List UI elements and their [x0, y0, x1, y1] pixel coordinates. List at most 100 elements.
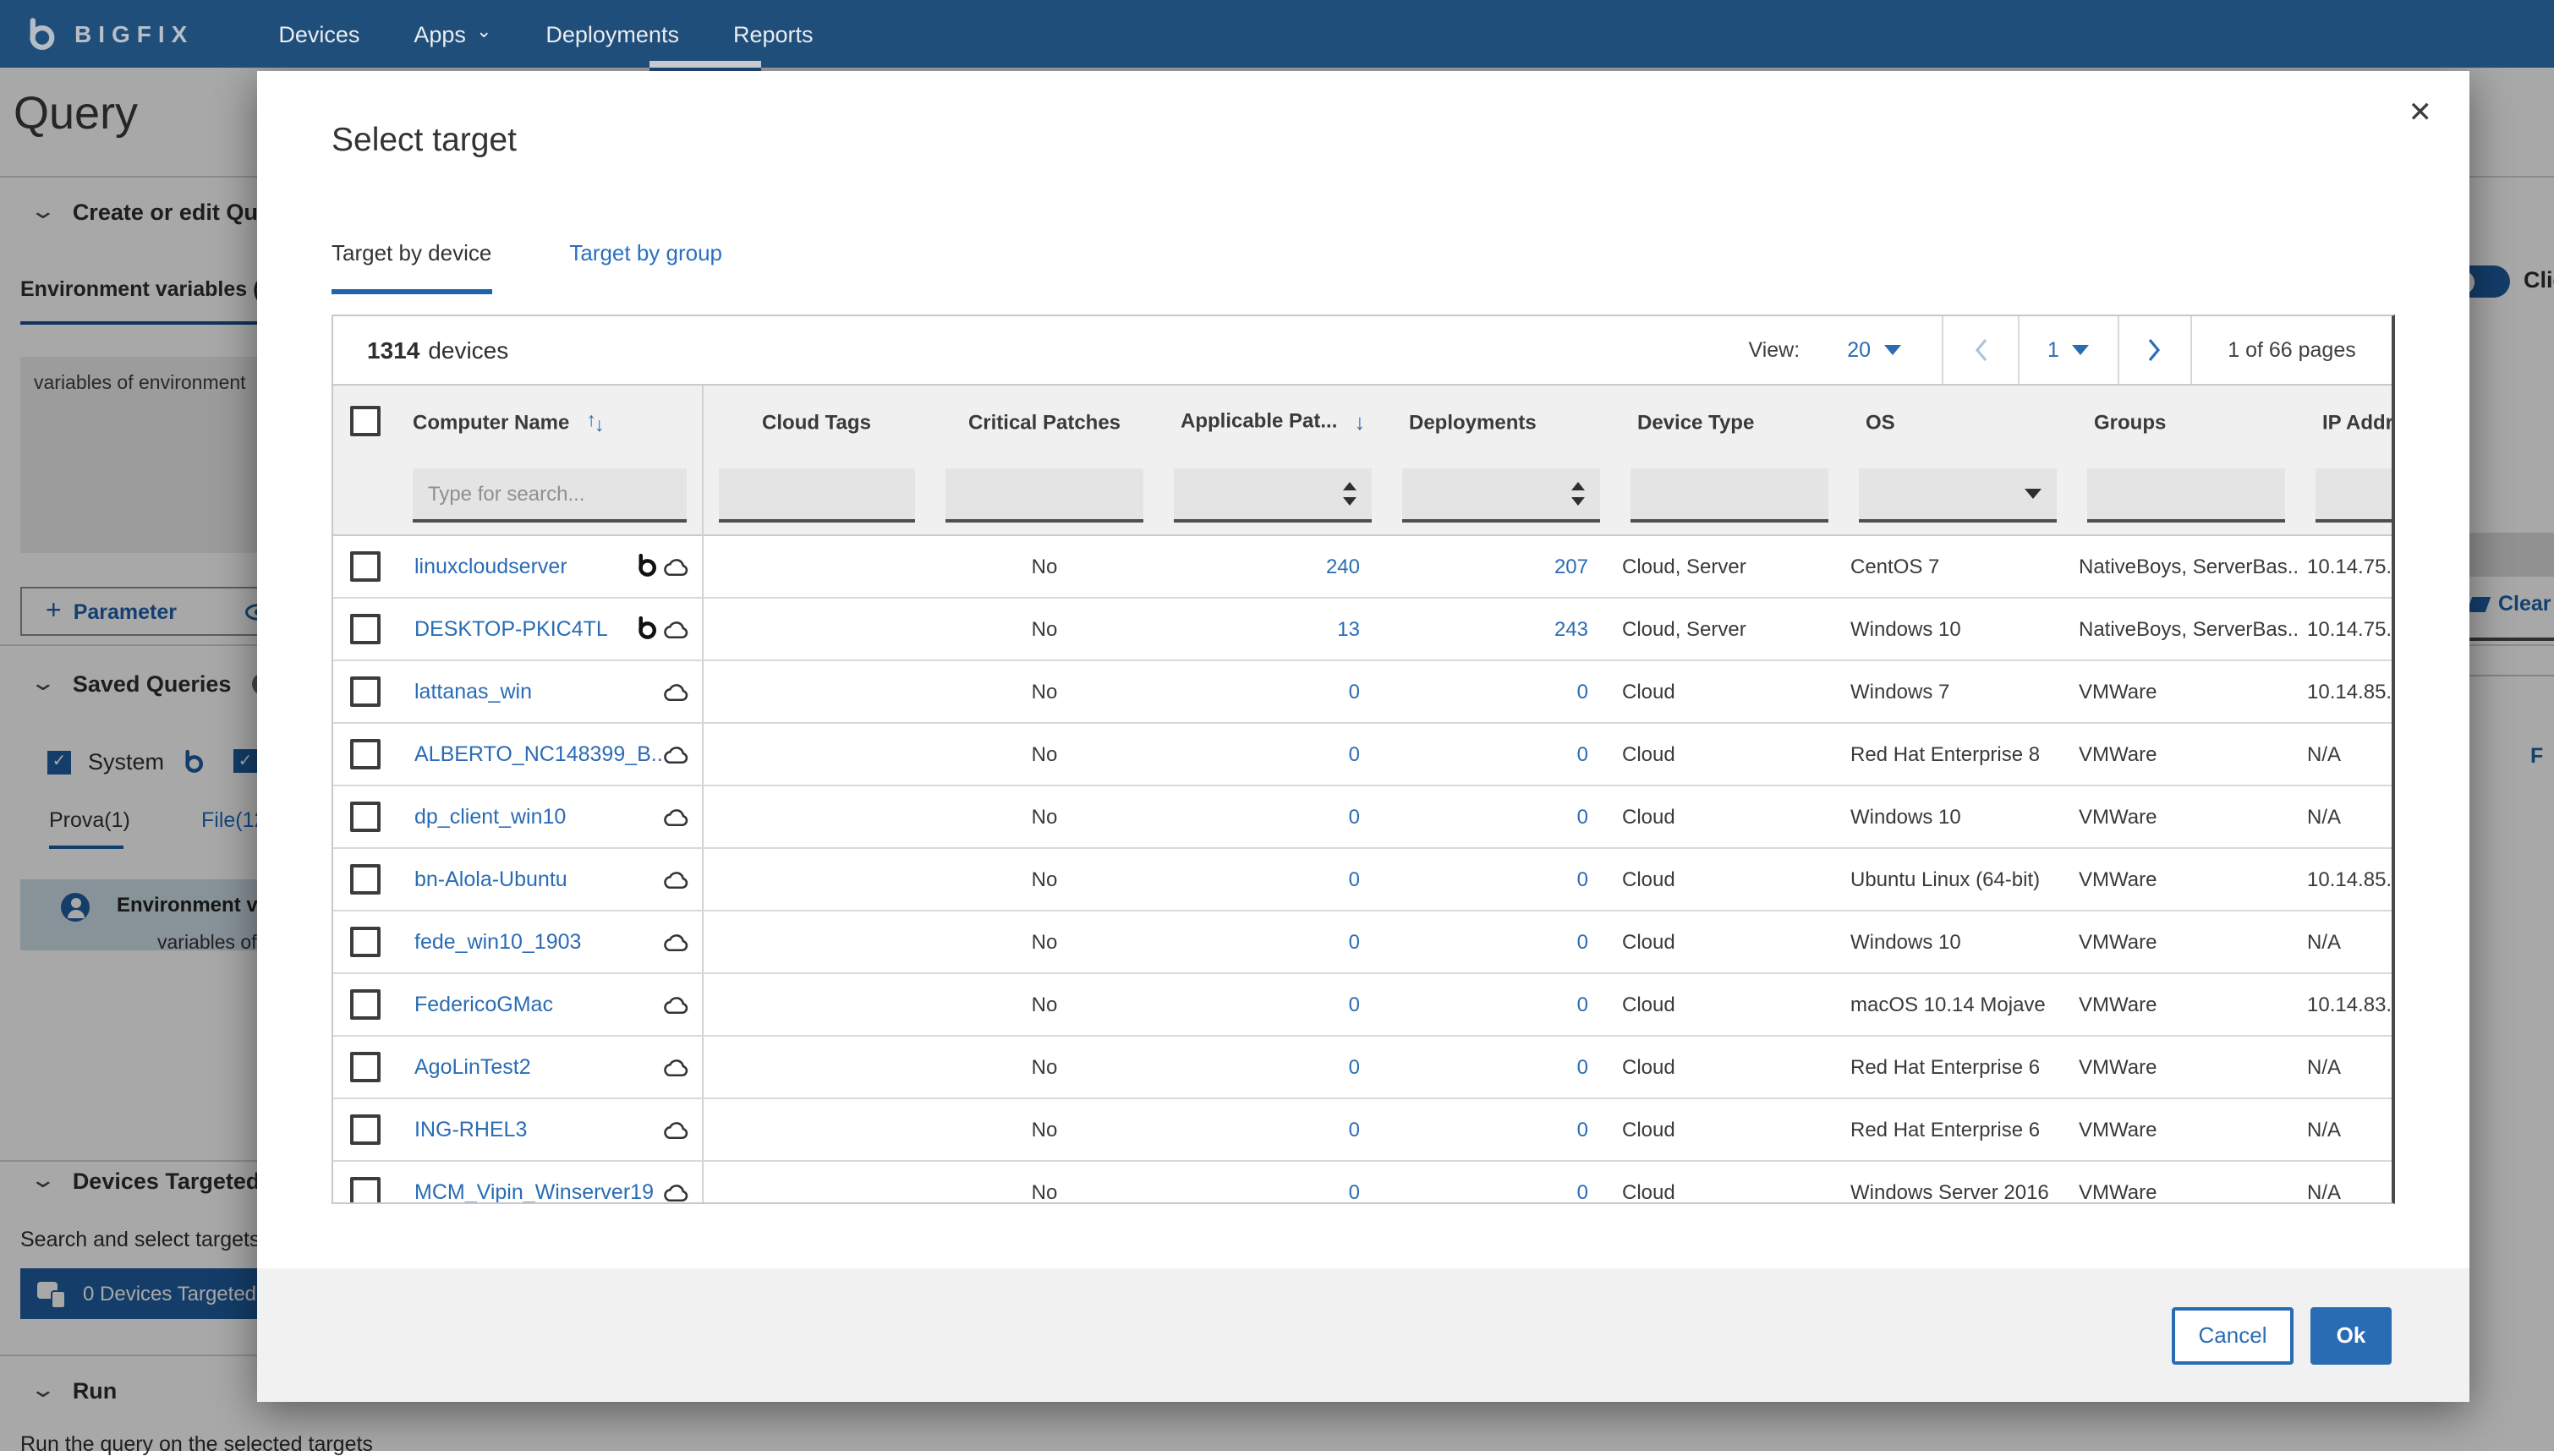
col-header-device_type: Device Type	[1615, 386, 1844, 457]
page-size-select[interactable]: 20	[1847, 338, 1901, 362]
nav-item-devices[interactable]: Devices	[251, 0, 386, 68]
applicable-link[interactable]: 0	[1349, 804, 1360, 828]
dropdown-caret-icon[interactable]	[2025, 488, 2042, 499]
bigfix-logo[interactable]: BIGFIX	[24, 16, 194, 52]
filter-input-cloud_tags[interactable]	[718, 468, 915, 523]
row-select-cell	[333, 597, 397, 660]
sort-down-icon[interactable]: ↓	[1354, 408, 1365, 434]
cell-applicable: 0	[1159, 972, 1387, 1036]
deployments-link[interactable]: 0	[1577, 1054, 1588, 1078]
device-name-link[interactable]: linuxcloudserver	[414, 554, 567, 577]
applicable-link[interactable]: 240	[1326, 554, 1360, 577]
row-select-cell	[333, 1035, 397, 1098]
device-name-link[interactable]: AgoLinTest2	[414, 1054, 531, 1078]
row-checkbox[interactable]	[350, 988, 381, 1019]
applicable-link[interactable]: 0	[1349, 742, 1360, 765]
applicable-link[interactable]: 0	[1349, 679, 1360, 703]
device-name-link[interactable]: lattanas_win	[414, 679, 532, 703]
cell-ip: 10.14.83.2	[2300, 972, 2392, 1036]
row-checkbox[interactable]	[350, 926, 381, 956]
row-select-cell	[333, 910, 397, 973]
filter-input-device_type[interactable]	[1631, 468, 1828, 523]
deployments-link[interactable]: 0	[1577, 1180, 1588, 1202]
cell-cloud_tags	[702, 597, 930, 660]
device-name-link[interactable]: ING-RHEL3	[414, 1117, 527, 1141]
filter-input-ip[interactable]	[2316, 468, 2392, 523]
device-name-link[interactable]: bn-Alola-Ubuntu	[414, 867, 567, 890]
prev-page-button[interactable]	[1942, 316, 2018, 384]
applicable-link[interactable]: 13	[1337, 616, 1360, 640]
filter-input-groups[interactable]	[2087, 468, 2285, 523]
deployments-link[interactable]: 207	[1554, 554, 1588, 577]
pages-text: 1 of 66 pages	[2190, 316, 2392, 384]
device-count-unit: devices	[428, 337, 509, 364]
cell-device_type: Cloud	[1615, 722, 1844, 785]
tab-target-by-group[interactable]: Target by group	[569, 240, 722, 294]
nav-item-reports[interactable]: Reports	[706, 0, 841, 68]
deployments-link[interactable]: 0	[1577, 1117, 1588, 1141]
row-checkbox[interactable]	[350, 550, 381, 581]
next-page-button[interactable]	[2118, 316, 2190, 384]
cell-os: Windows 10	[1844, 910, 2072, 973]
row-checkbox[interactable]	[350, 1176, 381, 1202]
filter-cell-ip	[2300, 457, 2392, 534]
page-number-select[interactable]: 1	[2018, 316, 2118, 384]
ok-button[interactable]: Ok	[2310, 1306, 2392, 1364]
stepper-up-icon[interactable]	[1343, 481, 1356, 490]
number-stepper[interactable]	[1571, 481, 1585, 506]
nav-item-deployments[interactable]: Deployments	[518, 0, 706, 68]
device-name-link[interactable]: ALBERTO_NC148399_B...	[414, 742, 660, 765]
number-stepper[interactable]	[1343, 481, 1356, 506]
device-name-link[interactable]: DESKTOP-PKIC4TL	[414, 616, 608, 640]
select-all-checkbox[interactable]	[350, 406, 381, 436]
close-icon[interactable]: ✕	[2409, 98, 2433, 127]
deployments-link[interactable]: 243	[1554, 616, 1588, 640]
filter-input-deployments[interactable]	[1402, 468, 1600, 523]
stepper-down-icon[interactable]	[1343, 496, 1356, 506]
device-name-link[interactable]: FedericoGMac	[414, 992, 553, 1015]
row-checkbox[interactable]	[350, 738, 381, 769]
nav-item-apps[interactable]: Apps ⌄	[386, 0, 518, 68]
cell-applicable: 0	[1159, 722, 1387, 785]
deployments-link[interactable]: 0	[1577, 679, 1588, 703]
applicable-link[interactable]: 0	[1349, 1054, 1360, 1078]
applicable-link[interactable]: 0	[1349, 1117, 1360, 1141]
applicable-link[interactable]: 0	[1349, 1180, 1360, 1202]
cell-applicable: 0	[1159, 910, 1387, 973]
filter-input-applicable[interactable]	[1174, 468, 1372, 523]
row-checkbox[interactable]	[350, 801, 381, 831]
cancel-button[interactable]: Cancel	[2172, 1306, 2294, 1364]
col-header-name[interactable]: Computer Name ↑↓	[397, 386, 703, 457]
device-name-link[interactable]: MCM_Vipin_Winserver19	[414, 1180, 654, 1202]
row-checkbox[interactable]	[350, 863, 381, 894]
deployments-link[interactable]: 0	[1577, 992, 1588, 1015]
sort-updown-icon[interactable]: ↑↓	[586, 412, 606, 437]
cell-groups: VMWare	[2072, 910, 2300, 973]
deployments-link[interactable]: 0	[1577, 804, 1588, 828]
cell-value: Cloud, Server	[1622, 554, 1746, 577]
row-select-cell	[333, 847, 397, 911]
row-checkbox[interactable]	[350, 1051, 381, 1081]
device-name-link[interactable]: fede_win10_1903	[414, 929, 581, 953]
applicable-link[interactable]: 0	[1349, 929, 1360, 953]
filter-input-critical[interactable]	[945, 468, 1143, 523]
filter-input-name[interactable]: Type for search...	[413, 468, 686, 523]
row-checkbox[interactable]	[350, 613, 381, 643]
cell-critical: No	[930, 1035, 1159, 1098]
device-name-link[interactable]: dp_client_win10	[414, 804, 566, 828]
col-header-applicable[interactable]: Applicable Pat... ↓	[1159, 386, 1387, 457]
tab-target-by-device[interactable]: Target by device	[332, 240, 491, 294]
filter-input-os[interactable]	[1859, 468, 2057, 523]
device-icons	[660, 742, 691, 765]
stepper-down-icon[interactable]	[1571, 496, 1585, 506]
row-checkbox[interactable]	[350, 1114, 381, 1144]
deployments-link[interactable]: 0	[1577, 867, 1588, 890]
cell-name: AgoLinTest2	[397, 1035, 703, 1098]
deployments-link[interactable]: 0	[1577, 742, 1588, 765]
row-checkbox[interactable]	[350, 676, 381, 706]
applicable-link[interactable]: 0	[1349, 992, 1360, 1015]
cell-device_type: Cloud	[1615, 660, 1844, 723]
applicable-link[interactable]: 0	[1349, 867, 1360, 890]
stepper-up-icon[interactable]	[1571, 481, 1585, 490]
deployments-link[interactable]: 0	[1577, 929, 1588, 953]
